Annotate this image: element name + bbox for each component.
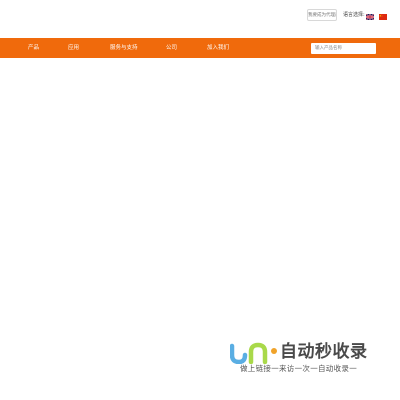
become-dealer-button[interactable]: 我要成为代理商 xyxy=(307,9,337,21)
logo-mark-icon xyxy=(230,342,278,364)
china-flag-icon[interactable] xyxy=(379,14,387,20)
watermark-title: 自动秒收录 xyxy=(280,342,368,362)
page: 我要成为代理商 语言选择: 产品 应用 服务与支持 公司 加入我们 输入产品名称… xyxy=(0,0,400,400)
nav-item-applications[interactable]: 应用 xyxy=(68,38,79,58)
nav-item-products[interactable]: 产品 xyxy=(28,38,39,58)
watermark-subtitle: 做上链接一来访一次一自动收录一 xyxy=(240,364,357,373)
product-search-input[interactable] xyxy=(311,43,376,54)
uk-flag-icon[interactable] xyxy=(366,14,374,20)
nav-item-company[interactable]: 公司 xyxy=(166,38,177,58)
nav-item-service-support[interactable]: 服务与支持 xyxy=(110,38,138,58)
language-label: 语言选择: xyxy=(343,12,365,18)
watermark-logo: 自动秒收录 做上链接一来访一次一自动收录一 xyxy=(230,340,390,380)
nav-item-join-us[interactable]: 加入我们 xyxy=(207,38,229,58)
